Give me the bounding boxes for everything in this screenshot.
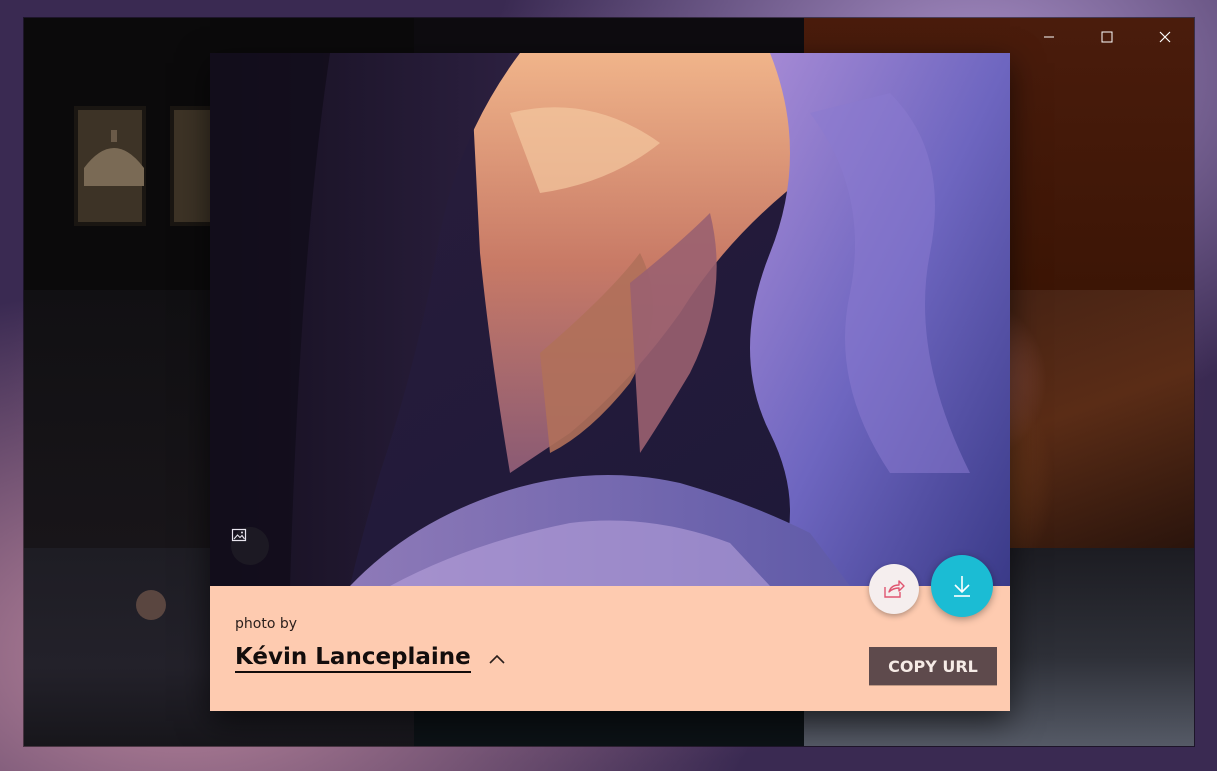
dome-image [84,130,144,186]
download-button[interactable] [931,555,993,617]
photo-detail-card: photo by Kévin Lanceplaine COPY URL [210,53,1010,711]
share-icon [884,580,905,598]
image-info-button[interactable] [231,527,269,565]
photo-credit-prefix: photo by [235,616,298,632]
download-icon [954,576,970,597]
close-button[interactable] [1136,18,1194,56]
close-icon [1159,31,1171,43]
author-name-link[interactable]: Kévin Lanceplaine [235,644,471,673]
maximize-button[interactable] [1078,18,1136,56]
photo-image [210,53,1010,586]
minimize-icon [1044,36,1054,38]
app-window: photo by Kévin Lanceplaine COPY URL [24,18,1194,746]
copy-url-button[interactable]: COPY URL [869,647,997,685]
minimize-button[interactable] [1020,18,1078,56]
author-row: Kévin Lanceplaine [235,644,507,673]
expand-details-button[interactable] [487,649,507,669]
canyon-photo [210,53,1010,586]
desktop-wallpaper: photo by Kévin Lanceplaine COPY URL [0,0,1217,771]
window-controls [1020,18,1194,56]
share-button[interactable] [869,564,919,614]
image-icon [231,528,247,542]
moon-shape [136,590,166,620]
maximize-icon [1101,31,1113,43]
chevron-up-icon [489,654,505,664]
